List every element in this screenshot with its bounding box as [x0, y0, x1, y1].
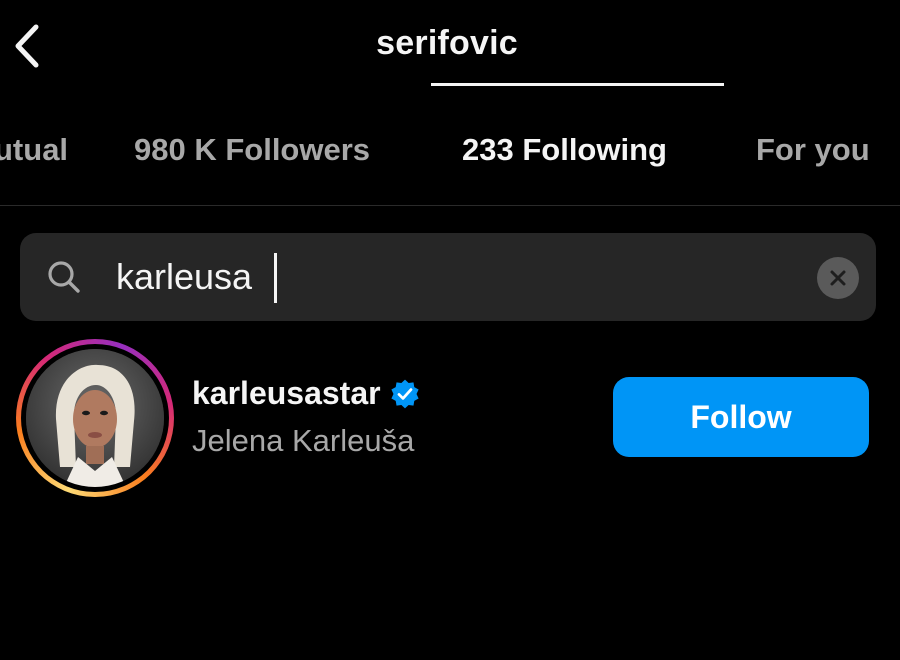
- text-cursor: [274, 253, 277, 303]
- search-result-row[interactable]: karleusastar Jelena Karleuša Follow: [0, 335, 900, 505]
- full-name: Jelena Karleuša: [192, 423, 415, 458]
- verified-badge-icon: [390, 379, 419, 408]
- username[interactable]: karleusastar: [192, 375, 381, 412]
- tabs-divider: [0, 205, 900, 206]
- username-row: karleusastar: [192, 375, 421, 412]
- tab-followers[interactable]: 980 K Followers: [134, 132, 370, 168]
- page-title: serifovic: [376, 24, 518, 62]
- tab-following[interactable]: 233 Following: [462, 132, 667, 168]
- clear-search-button[interactable]: [817, 257, 859, 299]
- search-input[interactable]: [116, 249, 796, 305]
- profile-photo: [26, 349, 164, 487]
- screen: serifovic utual 980 K Followers 233 Foll…: [0, 0, 900, 660]
- search-icon: [48, 261, 80, 293]
- search-bar[interactable]: [20, 233, 876, 321]
- follow-button[interactable]: Follow: [613, 377, 869, 457]
- tab-mutual[interactable]: utual: [0, 132, 68, 168]
- header: serifovic: [0, 0, 900, 92]
- tab-for-you[interactable]: For you: [756, 132, 870, 168]
- active-tab-indicator: [431, 83, 724, 86]
- avatar: [26, 349, 164, 487]
- tab-bar: utual 980 K Followers 233 Following For …: [0, 120, 900, 206]
- story-ring[interactable]: [16, 339, 174, 497]
- clear-icon: [830, 270, 846, 286]
